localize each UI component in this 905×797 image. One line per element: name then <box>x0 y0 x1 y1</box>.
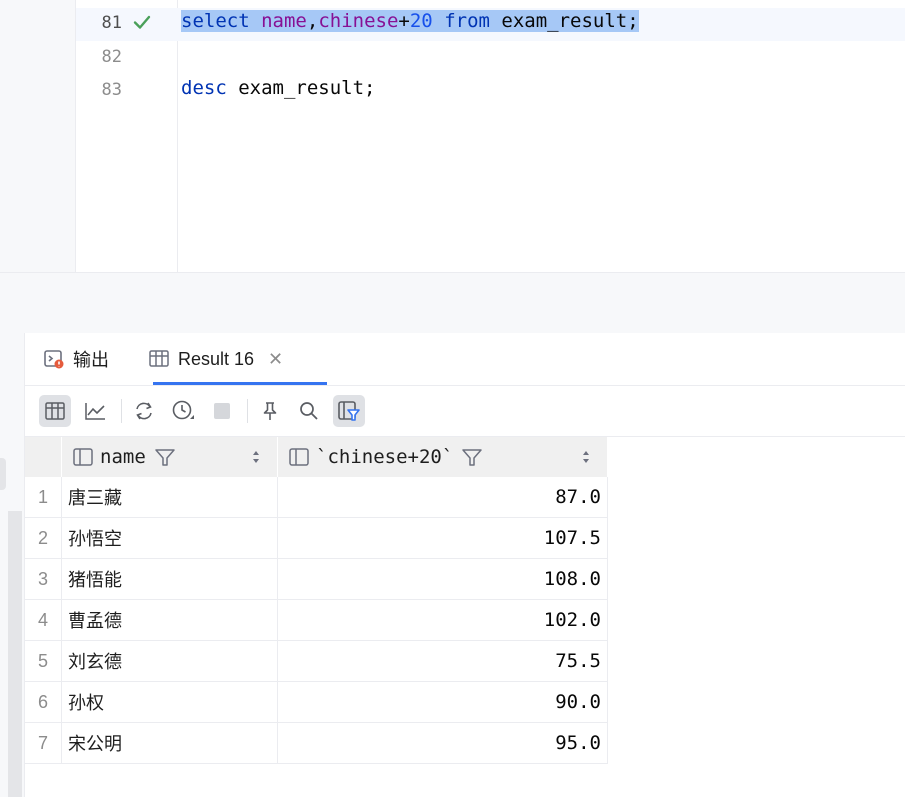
table-row[interactable]: 2 孙悟空 107.5 <box>25 517 608 559</box>
row-number: 1 <box>25 477 62 518</box>
filter-icon[interactable] <box>461 447 483 467</box>
code-line-83[interactable]: desc exam_result; <box>181 77 376 99</box>
tab-label: 输出 <box>73 350 109 370</box>
table-row[interactable]: 3 猪悟能 108.0 <box>25 558 608 600</box>
table-ref: exam_result; <box>501 10 639 32</box>
cell-chinese-plus-20[interactable]: 87.0 <box>277 477 608 518</box>
cell-chinese-plus-20[interactable]: 102.0 <box>277 599 608 641</box>
keyword: desc <box>181 77 227 99</box>
table-view-icon[interactable] <box>39 395 71 427</box>
sort-icon[interactable] <box>251 449 261 465</box>
toolbar-separator <box>121 399 122 423</box>
row-number: 7 <box>25 722 62 764</box>
side-tab-marker[interactable] <box>0 458 6 490</box>
close-icon[interactable]: ✕ <box>268 349 283 370</box>
column-title: `chinese+20` <box>316 446 454 468</box>
refresh-icon[interactable] <box>128 395 160 427</box>
row-number: 4 <box>25 599 62 641</box>
table-row[interactable]: 1 唐三藏 87.0 <box>25 477 608 518</box>
row-number: 5 <box>25 640 62 682</box>
operator: + <box>398 10 410 32</box>
identifier: name <box>261 10 307 32</box>
cell-chinese-plus-20[interactable]: 107.5 <box>277 517 608 559</box>
table-row[interactable]: 4 曹孟德 102.0 <box>25 599 608 641</box>
cell-chinese-plus-20[interactable]: 90.0 <box>277 681 608 723</box>
editor-side-strip <box>0 0 76 272</box>
table-ref: exam_result; <box>238 77 376 99</box>
column-icon <box>288 447 310 467</box>
punctuation: , <box>306 10 319 32</box>
toolbar-separator <box>247 399 248 423</box>
tab-result-16[interactable]: Result 16 ✕ <box>148 333 283 385</box>
column-title: name <box>100 446 146 468</box>
search-icon[interactable] <box>293 395 325 427</box>
number-literal: 20 <box>409 10 433 32</box>
sql-editor[interactable]: 81 82 83 select name,chinese+20 from exa… <box>0 0 905 272</box>
code-line-81[interactable]: select name,chinese+20 from exam_result; <box>181 10 639 32</box>
row-number: 3 <box>25 558 62 600</box>
history-icon[interactable] <box>167 395 199 427</box>
cell-name[interactable]: 孙悟空 <box>61 517 278 559</box>
table-icon <box>148 348 170 370</box>
cell-name[interactable]: 猪悟能 <box>61 558 278 600</box>
column-header-name[interactable]: name <box>61 437 278 477</box>
filter-icon[interactable] <box>154 447 176 467</box>
chart-icon[interactable] <box>79 395 111 427</box>
column-icon <box>72 447 94 467</box>
tab-label: Result 16 <box>178 348 255 369</box>
cell-name[interactable]: 宋公明 <box>61 722 278 764</box>
line-number: 82 <box>101 47 122 67</box>
cell-chinese-plus-20[interactable]: 95.0 <box>277 722 608 764</box>
services-panel: 输出 Result 16 ✕ name `chinese+20` 1 唐三藏 8… <box>0 333 905 797</box>
result-tabs: 输出 Result 16 ✕ <box>25 333 905 386</box>
panel-divider[interactable] <box>0 272 905 334</box>
table-row[interactable]: 5 刘玄德 75.5 <box>25 640 608 682</box>
active-tab-indicator <box>153 382 327 385</box>
check-icon <box>133 15 151 29</box>
row-number-header <box>25 437 62 477</box>
pin-icon[interactable] <box>254 395 286 427</box>
table-row[interactable]: 7 宋公明 95.0 <box>25 722 608 764</box>
sort-icon[interactable] <box>581 449 591 465</box>
table-row[interactable]: 6 孙权 90.0 <box>25 681 608 723</box>
line-number: 83 <box>101 80 122 100</box>
cell-chinese-plus-20[interactable]: 75.5 <box>277 640 608 682</box>
keyword: select <box>181 10 250 32</box>
console-icon <box>43 348 65 370</box>
row-number: 2 <box>25 517 62 559</box>
cell-chinese-plus-20[interactable]: 108.0 <box>277 558 608 600</box>
cell-name[interactable]: 刘玄德 <box>61 640 278 682</box>
panel-side-strip <box>0 333 25 797</box>
column-header-chinese-plus-20[interactable]: `chinese+20` <box>277 437 608 477</box>
cell-name[interactable]: 唐三藏 <box>61 477 278 518</box>
result-toolbar <box>25 386 905 437</box>
filter-view-icon[interactable] <box>333 395 365 427</box>
identifier: chinese <box>318 10 399 32</box>
cell-name[interactable]: 孙权 <box>61 681 278 723</box>
tab-output[interactable]: 输出 <box>43 333 109 385</box>
side-scroll-area[interactable] <box>8 511 22 797</box>
row-number: 6 <box>25 681 62 723</box>
cell-name[interactable]: 曹孟德 <box>61 599 278 641</box>
result-grid: name `chinese+20` 1 唐三藏 87.0 2 孙悟空 107.5… <box>25 437 608 764</box>
selected-text: select name,chinese+20 from exam_result; <box>181 10 639 32</box>
stop-icon[interactable] <box>206 395 238 427</box>
keyword: from <box>444 10 490 32</box>
line-number: 81 <box>101 13 122 33</box>
